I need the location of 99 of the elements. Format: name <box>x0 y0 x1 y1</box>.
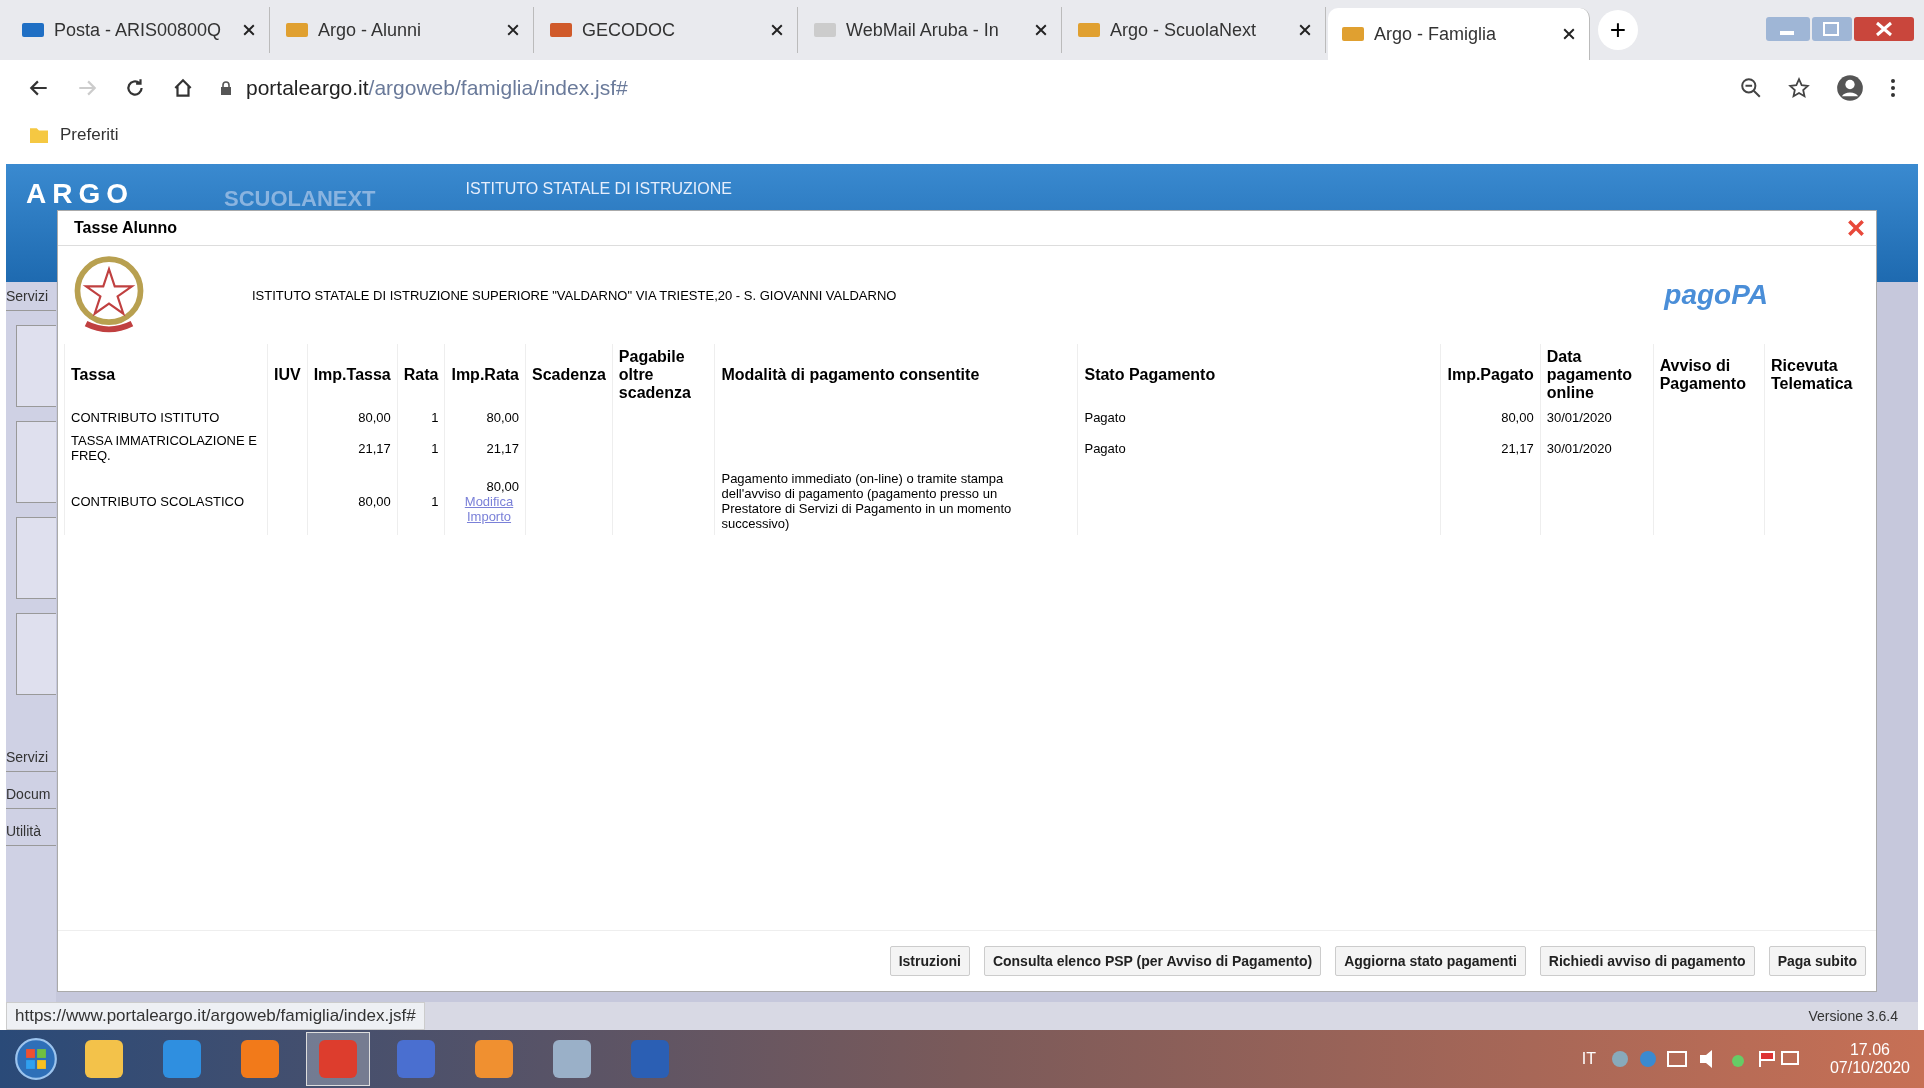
column-header: Tassa <box>64 344 268 406</box>
home-icon[interactable] <box>172 77 194 99</box>
dialog-button[interactable]: Richiedi avviso di pagamento <box>1539 946 1755 976</box>
column-header: IUV <box>267 344 308 406</box>
table-cell: CONTRIBUTO ISTITUTO <box>71 410 220 425</box>
browser-tab[interactable]: Argo - ScuolaNext <box>1064 7 1326 53</box>
table-cell-text: Pagamento immediato (on-line) o tramite stampa dell'avviso di pagamento (pagamento presso un Prestatore di Servizi di Pagamento in un momento successivo) <box>721 471 1013 531</box>
column-header: Modalità di pagamento consentite <box>714 344 1078 406</box>
table-cell: 21,17 <box>358 440 391 456</box>
column-header: Data pagamento online <box>1540 344 1654 406</box>
app-icon <box>319 1040 357 1078</box>
profile-icon[interactable] <box>1836 74 1864 102</box>
tray-icons[interactable] <box>1609 1047 1800 1071</box>
dialog-button[interactable]: Consulta elenco PSP (per Avviso di Pagamento) <box>983 946 1322 976</box>
table-cell: Pagato <box>1084 410 1126 425</box>
status-url: https://www.portaleargo.it/argoweb/famiglia/index.jsf# <box>6 1002 425 1030</box>
close-icon[interactable] <box>1563 28 1575 40</box>
dialog-button[interactable]: Aggiorna stato pagamenti <box>1335 946 1526 976</box>
app-icon <box>475 1040 513 1078</box>
column-header: Ricevuta Telematica <box>1764 344 1870 406</box>
app-icon <box>241 1040 279 1078</box>
column-header: Imp.Tassa <box>307 344 398 406</box>
folder-icon <box>30 127 48 143</box>
table-cell: Pagato <box>1084 440 1126 456</box>
column-header: Rata <box>397 344 445 406</box>
browser-tab[interactable]: Posta - ARIS00800Q <box>8 7 270 53</box>
table-cell-text: 21,17 <box>485 440 519 456</box>
app-icon <box>163 1040 201 1078</box>
reload-icon[interactable] <box>124 77 146 99</box>
edit-amount-link[interactable]: Modifica Importo <box>459 493 519 524</box>
favicon-icon <box>22 23 44 37</box>
sidebar-heading[interactable]: Utilità <box>6 823 56 846</box>
language-indicator[interactable]: IT <box>1581 1050 1596 1068</box>
browser-tab[interactable]: Argo - Alunni <box>272 7 534 53</box>
column-header: Scadenza <box>525 344 613 406</box>
sidebar-heading[interactable]: Docum <box>6 786 56 809</box>
column-header: Stato Pagamento <box>1077 344 1441 406</box>
clock-date[interactable]: 07/10/2020 <box>1829 1059 1910 1077</box>
close-icon[interactable] <box>771 24 783 36</box>
browser-tab[interactable]: GECODOC <box>536 7 798 53</box>
dialog-title: Tasse Alunno <box>74 219 178 237</box>
product-name: SCUOLANEXT <box>224 186 376 212</box>
sidebar-heading[interactable]: Servizi <box>6 288 56 311</box>
new-tab-button[interactable]: + <box>1598 10 1638 50</box>
start-button-icon[interactable] <box>14 1037 58 1081</box>
zoom-out-icon[interactable] <box>1740 77 1762 99</box>
table-cell: 30/01/2020 <box>1546 440 1612 456</box>
tab-title: Argo - Famiglia <box>1374 23 1498 45</box>
column-header: Imp.Pagato <box>1440 344 1541 406</box>
sidebar-heading[interactable]: Servizi <box>6 749 56 772</box>
tab-title: Argo - Alunni <box>318 19 423 41</box>
close-icon[interactable] <box>243 24 255 36</box>
pagopa-logo: pagoPA <box>1664 279 1768 311</box>
bookmark-folder[interactable]: Preferiti <box>30 125 119 145</box>
institute-address: ISTITUTO STATALE DI ISTRUZIONE SUPERIORE "VALDARNO" VIA TRIESTE,20 - S. GIOVANNI VALDARNO <box>252 287 898 303</box>
close-icon[interactable] <box>1035 24 1047 36</box>
favicon-icon <box>550 23 572 37</box>
app-logo: ARGO <box>26 178 134 210</box>
dialog-button[interactable]: Istruzioni <box>889 946 970 976</box>
star-icon[interactable] <box>1788 77 1810 99</box>
tab-title: WebMail Aruba - In <box>846 19 1000 41</box>
version-label: Versione 3.6.4 <box>1808 1008 1898 1024</box>
column-header: Pagabile oltre scadenza <box>612 344 715 406</box>
dialog-button[interactable]: Paga subito <box>1768 946 1866 976</box>
app-icon <box>85 1040 123 1078</box>
column-header: Imp.Rata <box>444 344 526 406</box>
table-cell: 80,00 <box>358 493 391 509</box>
table-cell: TASSA IMMATRICOLAZIONE E FREQ. <box>71 433 257 463</box>
app-icon <box>631 1040 669 1078</box>
menu-icon[interactable] <box>1890 78 1896 98</box>
address-field[interactable]: portaleargo.it/argoweb/famiglia/index.jsf# <box>220 76 1714 100</box>
table-cell: 21,17 <box>1501 440 1534 456</box>
table-cell: 1 <box>431 493 439 509</box>
close-icon[interactable] <box>1299 24 1311 36</box>
taskbar-app-button[interactable] <box>306 1032 370 1086</box>
school-name: ISTITUTO STATALE DI ISTRUZIONE <box>465 180 732 198</box>
clock-time[interactable]: 17.06 <box>1849 1041 1890 1059</box>
table-cell: 30/01/2020 <box>1546 410 1612 425</box>
browser-tab[interactable]: Argo - Famiglia <box>1328 8 1590 60</box>
table-cell: 80,00 <box>1501 410 1534 425</box>
table-cell-text: 80,00 <box>485 478 519 494</box>
favicon-icon <box>1342 27 1364 41</box>
table-cell: 1 <box>431 440 439 456</box>
close-icon[interactable] <box>507 24 519 36</box>
table-cell-text: 80,00 <box>485 410 519 425</box>
table-cell: 1 <box>431 410 439 425</box>
table-cell: CONTRIBUTO SCOLASTICO <box>71 493 245 509</box>
favicon-icon <box>1078 23 1100 37</box>
favicon-icon <box>286 23 308 37</box>
app-icon <box>553 1040 591 1078</box>
app-icon <box>397 1040 435 1078</box>
browser-tab[interactable]: WebMail Aruba - In <box>800 7 1062 53</box>
favicon-icon <box>814 23 836 37</box>
column-header: Avviso di Pagamento <box>1653 344 1765 406</box>
lock-icon <box>220 81 232 95</box>
tab-title: Posta - ARIS00800Q <box>54 19 223 41</box>
tab-title: Argo - ScuolaNext <box>1110 19 1258 41</box>
tab-title: GECODOC <box>582 19 676 41</box>
table-cell: 80,00 <box>358 410 391 425</box>
